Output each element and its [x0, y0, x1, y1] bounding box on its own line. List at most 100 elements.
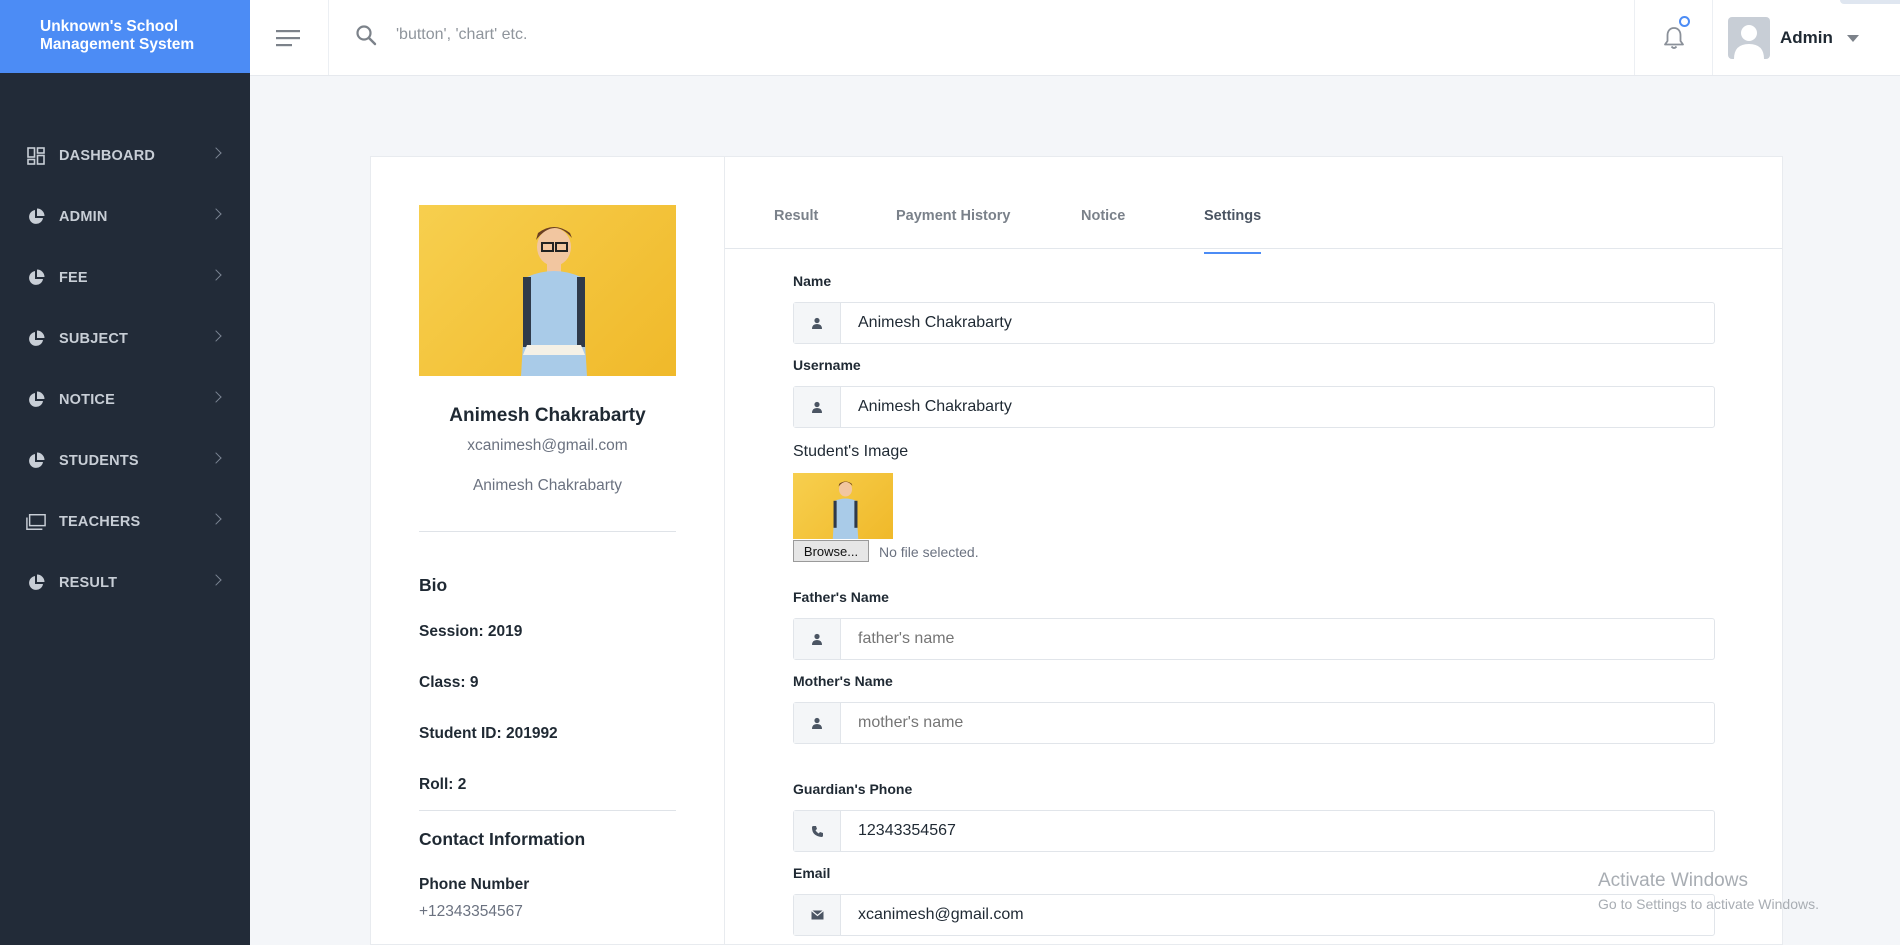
- sidebar: DASHBOARD ADMIN FEE SUBJECT NOTICE STUDE: [0, 73, 250, 945]
- pie-chart-icon: [26, 573, 46, 593]
- user-icon: [794, 387, 841, 427]
- file-status: No file selected.: [879, 544, 979, 560]
- guardian-phone-field[interactable]: [841, 811, 1714, 851]
- bio-roll: Roll: 2: [419, 776, 467, 793]
- chevron-right-icon: [210, 147, 222, 159]
- avatar: [1728, 17, 1770, 59]
- phone-value: +12343354567: [419, 903, 523, 920]
- contact-heading: Contact Information: [419, 829, 586, 849]
- father-name-label: Father's Name: [793, 589, 889, 605]
- sidebar-item-dashboard[interactable]: DASHBOARD: [0, 125, 250, 186]
- chevron-right-icon: [210, 513, 222, 525]
- app-brand[interactable]: Unknown's School Management System: [0, 0, 250, 73]
- profile-summary: Animesh Chakrabarty xcanimesh@gmail.com …: [371, 157, 725, 945]
- student-profile-card: Animesh Chakrabarty xcanimesh@gmail.com …: [370, 156, 1783, 945]
- sidebar-item-label: NOTICE: [59, 391, 115, 408]
- pie-chart-icon: [26, 207, 46, 227]
- student-image-label: Student's Image: [793, 443, 909, 460]
- tab-settings[interactable]: Settings: [1204, 208, 1262, 254]
- name-field-group: [793, 302, 1715, 344]
- email-label: Email: [793, 865, 831, 881]
- sidebar-item-students[interactable]: STUDENTS: [0, 430, 250, 491]
- profile-details: Result Payment History Notice Settings N…: [725, 157, 1782, 945]
- chevron-right-icon: [210, 330, 222, 342]
- chevron-right-icon: [210, 452, 222, 464]
- pie-chart-icon: [26, 329, 46, 349]
- tab-payment-history[interactable]: Payment History: [896, 208, 1010, 252]
- divider: [419, 810, 676, 811]
- profile-email: xcanimesh@gmail.com: [467, 437, 628, 454]
- caret-down-icon: [1846, 34, 1859, 42]
- sidebar-item-subject[interactable]: SUBJECT: [0, 308, 250, 369]
- user-icon: [794, 703, 841, 743]
- folders-icon: [26, 512, 46, 532]
- pie-chart-icon: [26, 451, 46, 471]
- top-bar: Admin: [250, 0, 1900, 76]
- phone-label: Phone Number: [419, 876, 530, 893]
- user-icon: [794, 303, 841, 343]
- mother-name-label: Mother's Name: [793, 673, 893, 689]
- hamburger-icon: [276, 29, 300, 46]
- pie-chart-icon: [26, 268, 46, 288]
- notifications-button[interactable]: [1634, 0, 1713, 75]
- app-title-line2: Management System: [40, 36, 195, 53]
- username-field-group: [793, 386, 1715, 428]
- notification-badge: [1679, 16, 1690, 27]
- sidebar-item-label: ADMIN: [59, 208, 108, 225]
- sidebar-item-label: TEACHERS: [59, 513, 141, 530]
- sidebar-item-label: DASHBOARD: [59, 147, 156, 164]
- profile-username: Animesh Chakrabarty: [472, 477, 623, 494]
- activate-windows-title: Activate Windows: [1598, 870, 1748, 891]
- username-label: Username: [793, 357, 861, 373]
- sidebar-item-fee[interactable]: FEE: [0, 247, 250, 308]
- name-label: Name: [793, 273, 832, 289]
- student-image-thumbnail: [793, 473, 893, 539]
- chevron-right-icon: [210, 391, 222, 403]
- chevron-right-icon: [210, 208, 222, 220]
- student-figure-image: [832, 481, 859, 539]
- email-field-group: [793, 894, 1715, 936]
- app-title-line1: Unknown's School: [40, 18, 179, 35]
- search-input[interactable]: [396, 20, 996, 50]
- username-field[interactable]: [841, 387, 1714, 427]
- chevron-right-icon: [210, 269, 222, 281]
- corner-decoration: [1840, 0, 1900, 4]
- search-icon: [356, 25, 377, 46]
- menu-toggle-button[interactable]: [250, 0, 329, 75]
- user-icon: [794, 619, 841, 659]
- bio-heading: Bio: [419, 575, 448, 595]
- bio-class: Class: 9: [419, 674, 479, 691]
- sidebar-item-label: FEE: [59, 269, 88, 286]
- divider: [419, 531, 676, 532]
- sidebar-item-teachers[interactable]: TEACHERS: [0, 491, 250, 552]
- bio-student-id: Student ID: 201992: [419, 725, 558, 742]
- browse-button[interactable]: Browse...: [793, 540, 869, 562]
- student-figure-image: [521, 227, 587, 376]
- tab-bar: Result Payment History Notice Settings: [725, 157, 1782, 254]
- dashboard-grid-icon: [26, 146, 46, 166]
- mother-name-field-group: [793, 702, 1715, 744]
- student-photo: [419, 205, 676, 376]
- mother-name-field[interactable]: [841, 703, 1714, 743]
- father-name-field[interactable]: [841, 619, 1714, 659]
- user-menu[interactable]: Admin: [1728, 17, 1859, 59]
- user-name: Admin: [1780, 28, 1833, 47]
- email-field[interactable]: [841, 895, 1714, 935]
- user-silhouette-icon: [1734, 25, 1764, 59]
- sidebar-item-admin[interactable]: ADMIN: [0, 186, 250, 247]
- sidebar-item-label: RESULT: [59, 574, 118, 591]
- guardian-phone-field-group: [793, 810, 1715, 852]
- sidebar-item-label: SUBJECT: [59, 330, 129, 347]
- envelope-icon: [794, 895, 841, 935]
- bell-icon: [1663, 26, 1684, 49]
- profile-name: Animesh Chakrabarty: [449, 405, 646, 426]
- activate-windows-subtitle: Go to Settings to activate Windows.: [1598, 896, 1819, 912]
- phone-icon: [794, 811, 841, 851]
- sidebar-item-notice[interactable]: NOTICE: [0, 369, 250, 430]
- name-field[interactable]: [841, 303, 1714, 343]
- tab-notice[interactable]: Notice: [1081, 208, 1125, 252]
- tab-result[interactable]: Result: [774, 208, 818, 252]
- chevron-right-icon: [210, 574, 222, 586]
- sidebar-item-result[interactable]: RESULT: [0, 552, 250, 613]
- bio-session: Session: 2019: [419, 623, 523, 640]
